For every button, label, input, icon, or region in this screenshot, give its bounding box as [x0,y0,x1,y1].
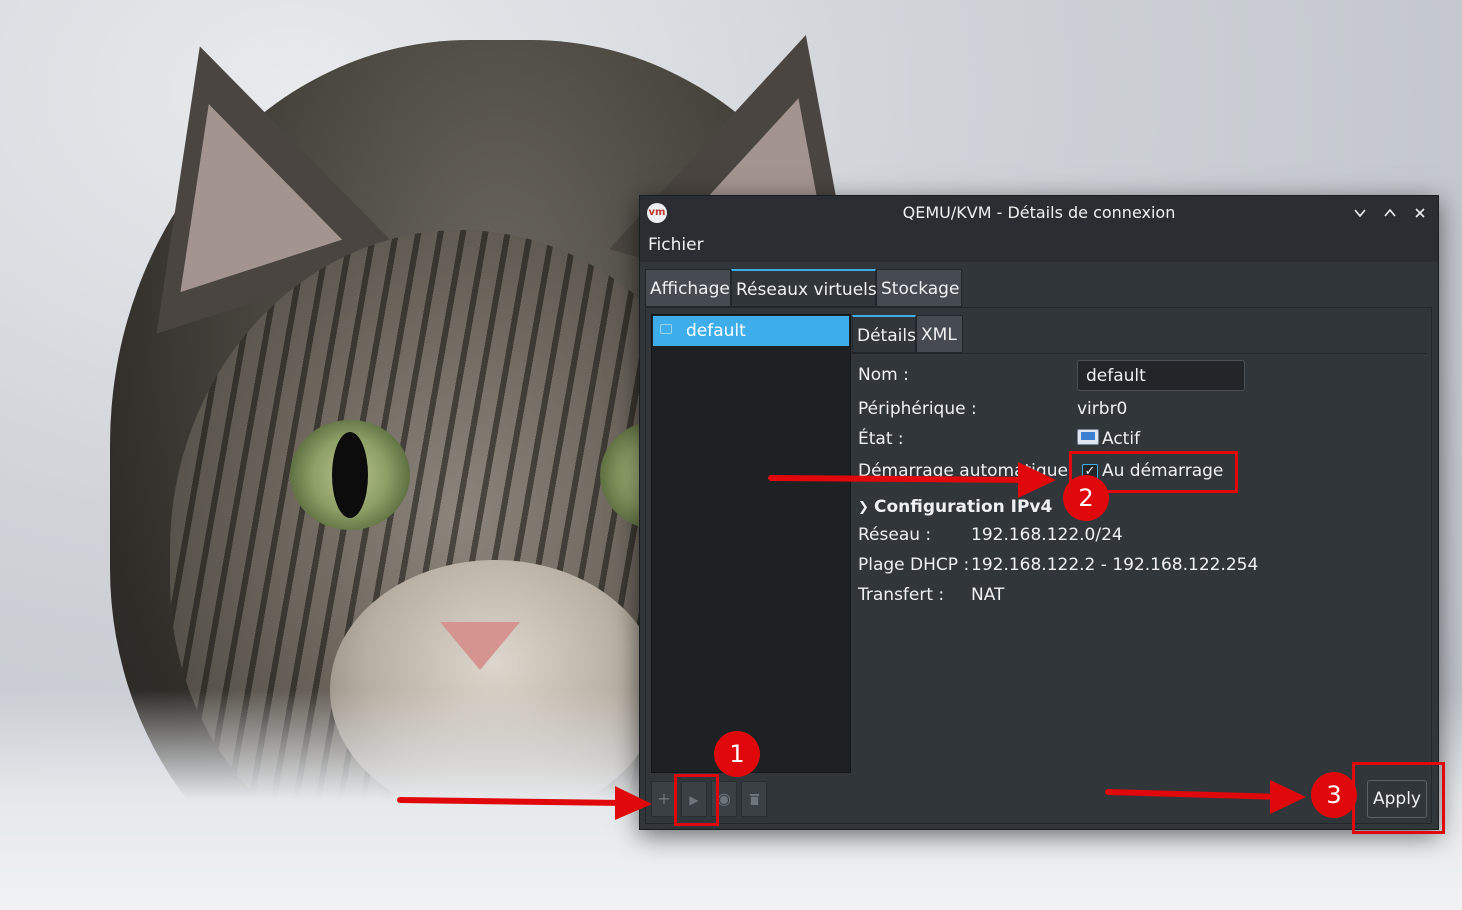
forward-label: Transfert : [858,585,945,605]
tab-divider [852,353,1427,354]
network-name: default [686,321,746,341]
name-label: Nom : [858,365,909,385]
connection-details-window: vm QEMU/KVM - Détails de connexion Fichi… [639,195,1439,830]
cat-eye-left [290,420,410,530]
network-icon [660,324,672,334]
tab-stockage[interactable]: Stockage [876,269,962,307]
tab-xml[interactable]: XML [916,315,963,353]
tab-reseaux-virtuels[interactable]: Réseaux virtuels [731,269,877,307]
title-bar[interactable]: vm QEMU/KVM - Détails de connexion [640,196,1438,229]
chevron-up-icon [1384,208,1396,217]
forward-value: NAT [971,585,1005,605]
cat-nose [440,622,520,670]
annotation-badge-2: 2 [1063,475,1109,521]
annotation-badge-3: 3 [1311,772,1357,818]
dhcp-label: Plage DHCP : [858,555,970,575]
delete-network-button[interactable] [741,781,767,817]
annotation-box-1 [674,774,719,826]
network-value: 192.168.122.0/24 [971,525,1123,545]
minimize-button[interactable] [1349,202,1371,224]
name-field[interactable] [1077,360,1245,391]
menu-fichier[interactable]: Fichier [648,229,704,262]
tab-affichage[interactable]: Affichage [645,269,731,307]
annotation-box-3 [1352,762,1445,834]
stop-icon: ◉ [717,789,731,808]
delete-icon [749,794,759,805]
close-icon [1415,208,1425,218]
annotation-badge-1: 1 [714,731,760,777]
chevron-down-icon [1354,209,1366,218]
list-item[interactable]: default [653,316,849,346]
close-button[interactable] [1409,202,1431,224]
window-title: QEMU/KVM - Détails de connexion [902,203,1176,222]
monitor-icon [1077,429,1099,445]
device-label: Périphérique : [858,399,977,419]
network-label: Réseau : [858,525,932,545]
state-value: Actif [1102,429,1141,449]
virtual-network-list: default [651,314,851,773]
name-input[interactable] [1078,361,1244,390]
tab-details[interactable]: Détails [852,315,916,353]
ipv4-section-title[interactable]: Configuration IPv4 [874,497,1052,517]
autostart-label: Démarrage automatique [858,461,1068,481]
maximize-button[interactable] [1379,202,1401,224]
chevron-down-icon[interactable]: ❯ [858,500,869,515]
menu-bar: Fichier [640,229,1438,262]
device-value: virbr0 [1077,399,1128,419]
dhcp-value: 192.168.122.2 - 192.168.122.254 [971,555,1259,575]
state-label: État : [858,429,904,449]
add-icon: + [657,789,671,808]
